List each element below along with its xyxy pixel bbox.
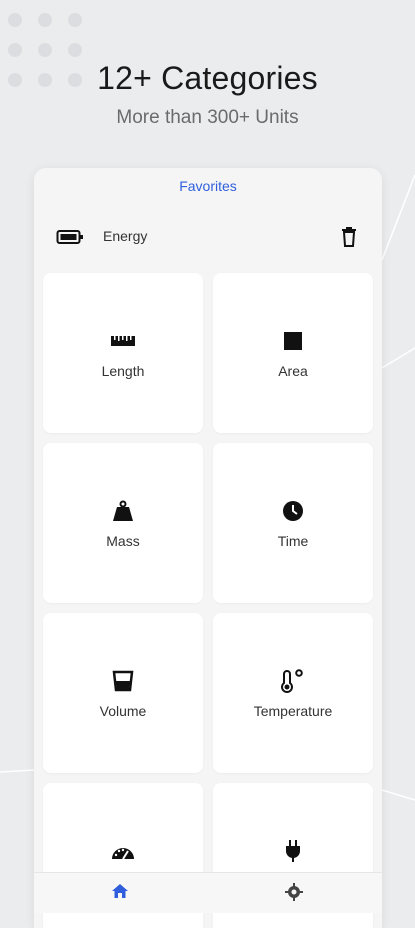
thermometer-icon (281, 669, 303, 693)
category-label: Mass (106, 533, 140, 549)
square-icon (284, 332, 302, 350)
app-screen: Favorites Energy Length Area Mass Time V… (34, 168, 382, 928)
weight-icon (113, 500, 133, 521)
battery-icon (56, 230, 83, 244)
category-card-area[interactable]: Area (213, 273, 373, 433)
category-label: Temperature (253, 703, 333, 719)
favorites-header: Favorites (179, 178, 237, 194)
gear-icon[interactable] (285, 883, 303, 901)
speedometer-icon (112, 848, 134, 860)
clock-icon (283, 501, 303, 521)
bottom-nav (34, 872, 382, 913)
promo-header: 12+ Categories More than 300+ Units (0, 60, 415, 129)
favorite-label: Energy (103, 228, 148, 244)
cup-icon (112, 670, 134, 692)
category-card-temperature[interactable]: Temperature (213, 613, 373, 773)
category-label: Time (277, 533, 309, 549)
category-card-time[interactable]: Time (213, 443, 373, 603)
category-label: Area (278, 363, 308, 379)
category-label: Length (101, 363, 145, 379)
favorite-item-energy[interactable]: Energy (34, 220, 382, 254)
plug-icon (286, 840, 300, 862)
category-card-length[interactable]: Length (43, 273, 203, 433)
category-card-volume[interactable]: Volume (43, 613, 203, 773)
ruler-icon (111, 336, 135, 346)
category-label: Volume (99, 703, 147, 719)
promo-subtitle: More than 300+ Units (116, 107, 299, 128)
category-card-mass[interactable]: Mass (43, 443, 203, 603)
promo-title: 12+ Categories (97, 60, 318, 96)
trash-icon[interactable] (340, 226, 358, 248)
home-icon[interactable] (111, 883, 129, 899)
